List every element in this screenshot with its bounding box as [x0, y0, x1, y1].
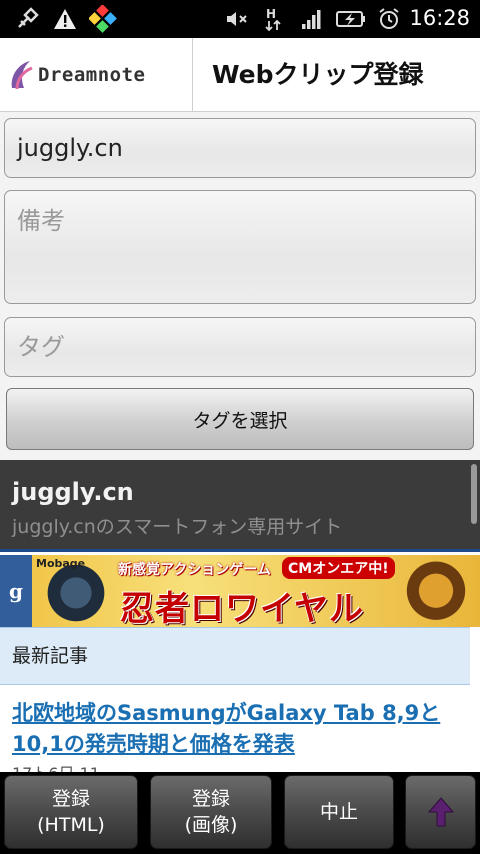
svg-text:H: H: [266, 7, 276, 21]
banner-tagline: 新感覚アクションゲーム: [118, 562, 271, 578]
note-field[interactable]: 備考: [4, 190, 476, 304]
battery-charging-icon: [336, 7, 366, 31]
status-bar: H 16:28: [0, 0, 480, 38]
article-date: 17ト6日 11: [12, 760, 100, 772]
banner-mobage-label: Mobage: [36, 557, 86, 570]
cancel-button[interactable]: 中止: [284, 775, 394, 849]
character-image: [398, 561, 474, 627]
web-preview[interactable]: juggly.cn juggly.cnのスマートフォン専用サイト g Mobag…: [0, 460, 480, 772]
up-arrow-icon: [427, 797, 454, 827]
usb-debug-icon: [14, 7, 40, 31]
register-html-label-2: (HTML): [37, 814, 105, 836]
status-time: 16:28: [409, 6, 470, 30]
clip-form: juggly.cn 備考 タグ タグを選択: [0, 112, 480, 460]
register-image-label-1: 登録: [191, 788, 230, 810]
app-notification-icon: [88, 5, 118, 33]
webview-scrollbar[interactable]: [471, 464, 477, 524]
site-header: juggly.cn juggly.cnのスマートフォン専用サイト: [0, 460, 480, 552]
site-subtitle: juggly.cnのスマートフォン専用サイト: [12, 516, 343, 538]
register-html-label-1: 登録: [51, 788, 90, 810]
tag-field[interactable]: タグ: [4, 317, 476, 377]
alarm-icon: [376, 7, 402, 31]
app-header: Dreamnote Webクリップ登録: [0, 38, 480, 112]
banner-game-title: 忍者ロワイヤル: [120, 589, 364, 627]
select-tag-button[interactable]: タグを選択: [6, 388, 474, 450]
bottom-toolbar: 登録 (HTML) 登録 (画像) 中止: [0, 772, 480, 854]
cancel-label: 中止: [319, 801, 358, 823]
banner-cm-badge: CMオンエア中!: [282, 557, 395, 579]
banner-side-label: g: [0, 555, 32, 627]
mute-icon: [224, 7, 250, 31]
logo-text: Dreamnote: [38, 64, 146, 86]
url-field[interactable]: juggly.cn: [4, 118, 476, 178]
register-image-label-2: (画像): [184, 814, 238, 836]
hspa-icon: H: [262, 7, 284, 32]
article-link[interactable]: 北欧地域のSasmungがGalaxy Tab 8,9と10,1の発売時期と価格…: [12, 698, 462, 760]
ad-banner[interactable]: g Mobage 新感覚アクションゲーム CMオンエア中! 忍者ロワイヤル: [0, 555, 480, 627]
app-logo: Dreamnote: [0, 38, 193, 112]
register-html-button[interactable]: 登録 (HTML): [4, 775, 138, 849]
register-image-button[interactable]: 登録 (画像): [150, 775, 272, 849]
dreamnote-logo-icon: [11, 61, 33, 90]
ninja-character-image: [38, 565, 114, 627]
signal-icon: [300, 7, 324, 31]
site-title[interactable]: juggly.cn: [12, 478, 134, 506]
warning-icon: [52, 7, 78, 31]
page-title: Webクリップ登録: [212, 60, 424, 89]
scroll-top-button[interactable]: [405, 775, 476, 849]
section-title: 最新記事: [0, 627, 470, 685]
